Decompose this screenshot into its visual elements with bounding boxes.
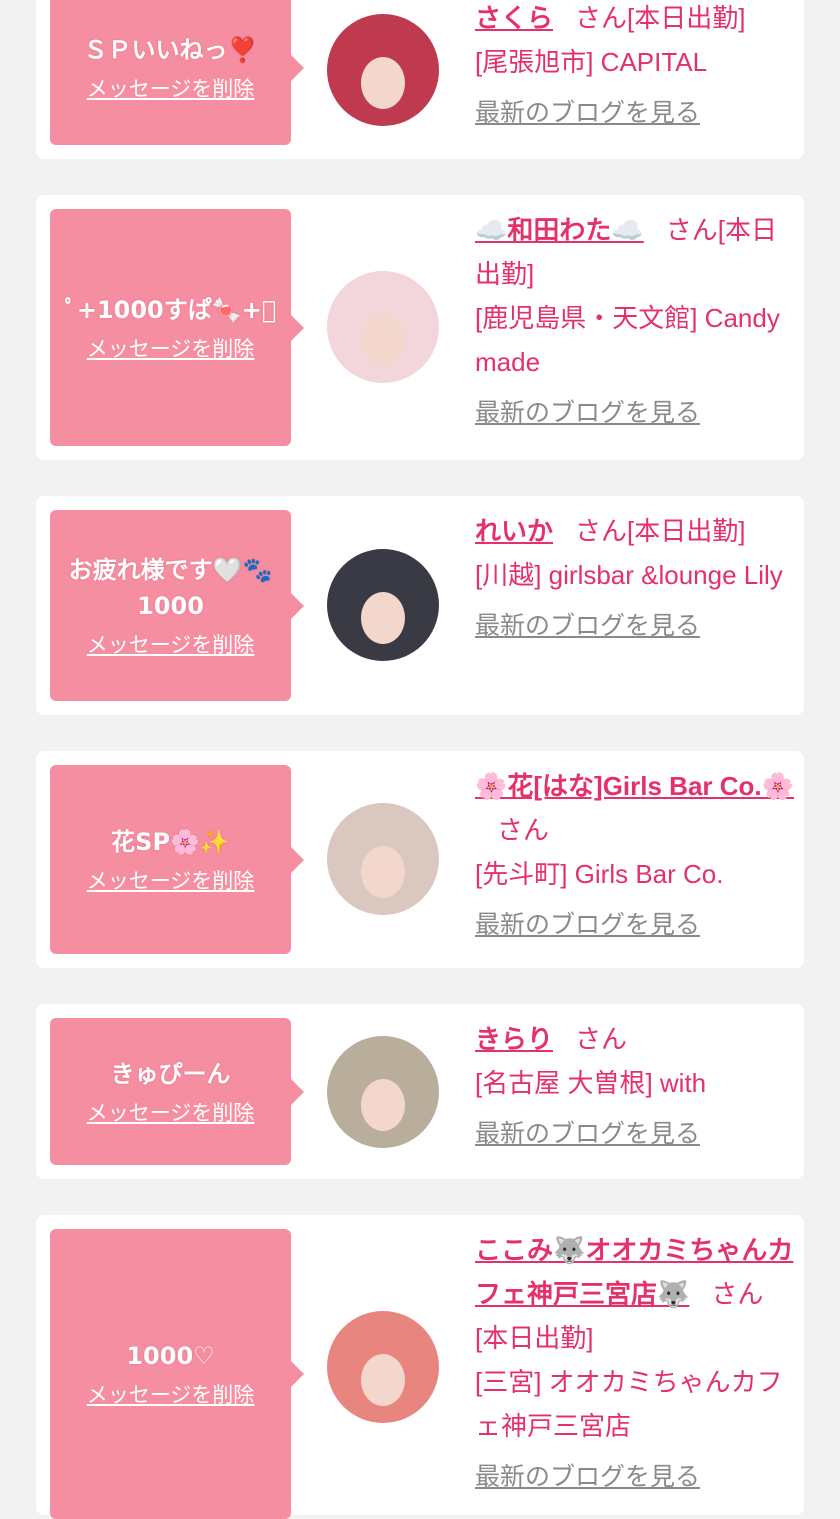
cast-name-link[interactable]: れいか [475,516,553,546]
avatar[interactable] [327,271,439,383]
message-bubble: 花SP🌸✨ メッセージを削除 [50,765,304,954]
message-bubble: 1000♡ メッセージを削除 [50,1229,304,1519]
delete-message-link[interactable]: メッセージを削除 [87,630,255,660]
avatar[interactable] [327,1036,439,1148]
delete-message-link[interactable]: メッセージを削除 [87,74,255,104]
name-suffix: さん [711,1279,764,1309]
attendance-status: [本日出勤] [627,516,746,546]
avatar[interactable] [327,1311,439,1423]
message-text: 1000♡ [126,1342,215,1370]
cast-name-link[interactable]: きらり [475,1024,553,1054]
attendance-status: [本日出勤] [475,1323,594,1353]
message-text: きゅぴーん [110,1059,231,1088]
latest-blog-link[interactable]: 最新のブログを見る [475,908,795,942]
message-card: ＳＰいいねっ❣️ メッセージを削除 さくら さん[本日出勤] [尾張旭市] CAP… [36,0,804,159]
latest-blog-link[interactable]: 最新のブログを見る [475,1117,795,1151]
latest-blog-link[interactable]: 最新のブログを見る [475,396,795,430]
message-card: 花SP🌸✨ メッセージを削除 🌸花[はな]Girls Bar Co.🌸 さん [先… [36,751,804,968]
shop-area: [尾張旭市] CAPITAL [475,47,708,77]
message-text: 花SP🌸✨ [111,827,230,856]
cast-info: さくら さん[本日出勤] [尾張旭市] CAPITAL 最新のブログを見る [475,0,795,130]
cast-name-link[interactable]: 🌸花[はな]Girls Bar Co.🌸 [475,771,794,801]
avatar[interactable] [327,803,439,915]
shop-area: [鹿児島県・天文館] Candy made [475,303,780,377]
cast-name-link[interactable]: さくら [475,3,553,33]
shop-area: [三宮] オオカミちゃんカフェ神戸三宮店 [475,1367,783,1441]
cast-info: れいか さん[本日出勤] [川越] girlsbar &lounge Lily 最… [475,509,795,643]
latest-blog-link[interactable]: 最新のブログを見る [475,1460,795,1494]
message-text: ﾟ+1000すぱ🍬+ﾟ [64,295,277,324]
shop-area: [名古屋 大曽根] with [475,1068,707,1098]
message-bubble: お疲れ様です🤍🐾1000 メッセージを削除 [50,510,304,701]
delete-message-link[interactable]: メッセージを削除 [87,1380,255,1410]
cast-name-link[interactable]: ☁️和田わた☁️ [475,215,644,245]
name-suffix: さん [575,3,628,33]
delete-message-link[interactable]: メッセージを削除 [87,334,255,364]
message-text: お疲れ様です🤍🐾1000 [68,555,273,620]
message-card: お疲れ様です🤍🐾1000 メッセージを削除 れいか さん[本日出勤] [川越] g… [36,496,804,715]
message-text: ＳＰいいねっ❣️ [83,35,258,64]
latest-blog-link[interactable]: 最新のブログを見る [475,96,795,130]
avatar[interactable] [327,549,439,661]
message-card: ﾟ+1000すぱ🍬+ﾟ メッセージを削除 ☁️和田わた☁️ さん[本日出勤] [鹿… [36,195,804,460]
cast-info: ☁️和田わた☁️ さん[本日出勤] [鹿児島県・天文館] Candy made 最… [475,208,795,430]
message-bubble: ﾟ+1000すぱ🍬+ﾟ メッセージを削除 [50,209,304,446]
name-suffix: さん [665,215,718,245]
message-bubble: きゅぴーん メッセージを削除 [50,1018,304,1165]
name-suffix: さん [575,1024,628,1054]
delete-message-link[interactable]: メッセージを削除 [87,1098,255,1128]
avatar[interactable] [327,14,439,126]
cast-info: きらり さん [名古屋 大曽根] with 最新のブログを見る [475,1017,795,1151]
shop-area: [先斗町] Girls Bar Co. [475,859,724,889]
latest-blog-link[interactable]: 最新のブログを見る [475,609,795,643]
message-card: 1000♡ メッセージを削除 ここみ🐺オオカミちゃんカフェ神戸三宮店🐺 さん[本日… [36,1215,804,1519]
cast-info: 🌸花[はな]Girls Bar Co.🌸 さん [先斗町] Girls Bar C… [475,764,795,942]
delete-message-link[interactable]: メッセージを削除 [87,866,255,896]
cast-info: ここみ🐺オオカミちゃんカフェ神戸三宮店🐺 さん[本日出勤] [三宮] オオカミちゃ… [475,1228,795,1494]
message-card: きゅぴーん メッセージを削除 きらり さん [名古屋 大曽根] with 最新のブ… [36,1004,804,1179]
message-bubble: ＳＰいいねっ❣️ メッセージを削除 [50,0,304,145]
attendance-status: [本日出勤] [627,3,746,33]
shop-area: [川越] girlsbar &lounge Lily [475,560,783,590]
name-suffix: さん [575,516,628,546]
name-suffix: さん [497,815,550,845]
